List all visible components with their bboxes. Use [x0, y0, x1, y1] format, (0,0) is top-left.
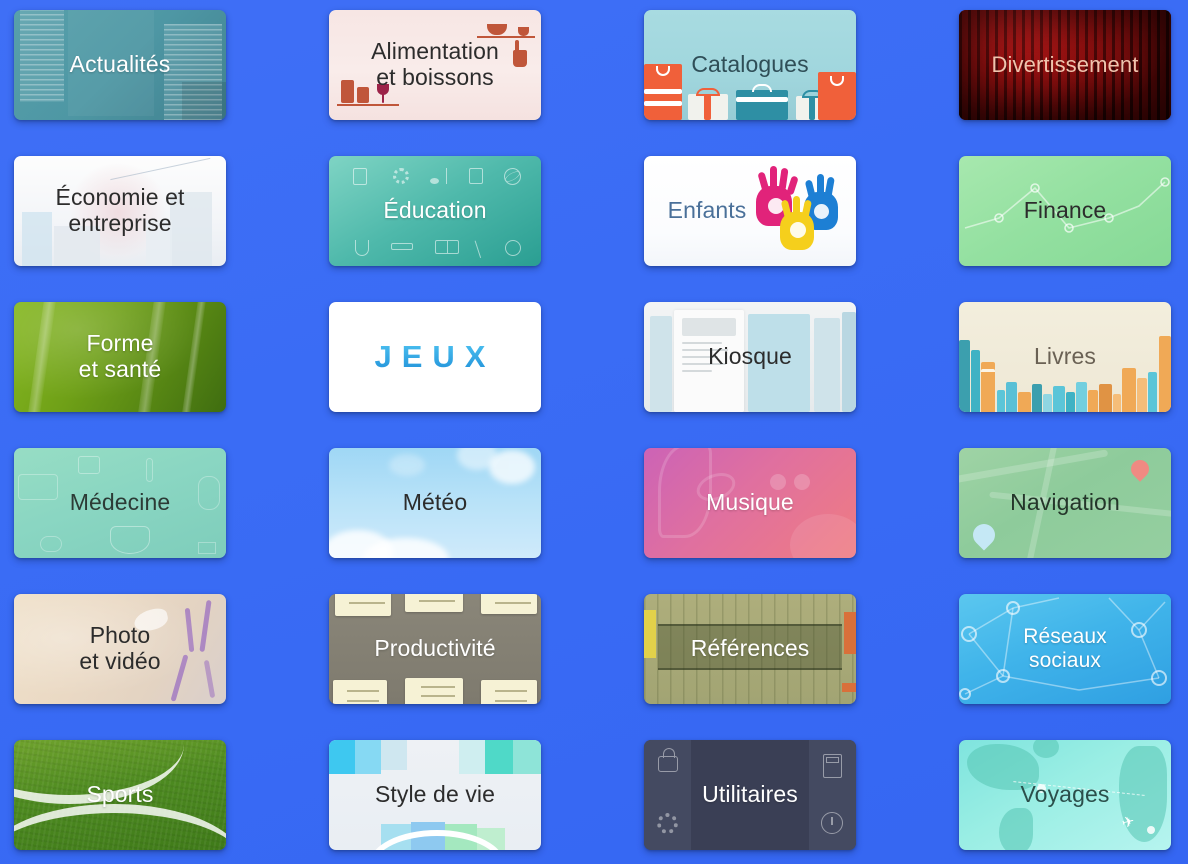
pen-write-icon: [469, 168, 483, 184]
category-card-forme-sante[interactable]: Forme et santé: [14, 302, 226, 412]
greenland-shape: [1033, 740, 1059, 758]
category-label: Forme et santé: [78, 330, 162, 382]
pencil-icon: [391, 243, 413, 250]
telescope-icon: [474, 235, 496, 259]
category-label: Style de vie: [374, 781, 496, 808]
note-icon: [405, 594, 463, 612]
category-card-utilitaires[interactable]: Utilitaires: [644, 740, 856, 850]
category-card-catalogues[interactable]: Catalogues: [644, 10, 856, 120]
category-card-livres[interactable]: Livres: [959, 302, 1171, 412]
atom-icon: [503, 168, 522, 185]
category-card-kiosque[interactable]: Kiosque: [644, 302, 856, 412]
category-label: Météo: [402, 489, 468, 516]
jar-icon: [513, 50, 527, 67]
category-card-photo-video[interactable]: Photo et vidéo: [14, 594, 226, 704]
calculator-icon: [353, 168, 367, 185]
lock-icon: [658, 748, 678, 772]
category-grid: Actualités Alimentation et boissons Cata…: [0, 0, 1188, 864]
note-icon: [335, 594, 391, 616]
category-label: Livres: [1034, 343, 1096, 370]
clock-icon: [821, 812, 843, 834]
category-label: Photo et vidéo: [79, 622, 161, 674]
category-label: Actualités: [69, 51, 171, 78]
note-icon: [481, 594, 537, 614]
checklist-icon: [481, 680, 537, 704]
category-label: Médecine: [69, 489, 171, 516]
category-label: Voyages: [1020, 781, 1110, 808]
gear-icon: [393, 168, 409, 184]
south-america-shape: [999, 808, 1033, 850]
category-card-musique[interactable]: Musique: [644, 448, 856, 558]
category-card-finance[interactable]: Finance: [959, 156, 1171, 266]
chart-icon: [198, 542, 216, 554]
category-card-references[interactable]: Références: [644, 594, 856, 704]
category-label: Références: [690, 635, 810, 662]
heart-pulse-icon: [110, 526, 150, 554]
category-card-productivite[interactable]: Productivité: [329, 594, 541, 704]
map-pin-red-icon: [1127, 456, 1153, 482]
category-card-reseaux-sociaux[interactable]: Réseaux sociaux: [959, 594, 1171, 704]
category-label: Utilitaires: [702, 781, 798, 808]
category-card-economie[interactable]: Économie et entreprise: [14, 156, 226, 266]
category-label: Enfants: [667, 197, 747, 224]
category-label: Réseaux sociaux: [1023, 625, 1107, 672]
pill-icon: [40, 536, 62, 552]
category-label: JEUX: [369, 339, 502, 375]
category-label: Économie et entreprise: [55, 184, 185, 236]
canister-tall-icon: [341, 80, 354, 103]
category-label: Navigation: [1010, 489, 1120, 516]
category-card-meteo[interactable]: Météo: [329, 448, 541, 558]
checklist-icon: [333, 680, 387, 704]
category-card-jeux[interactable]: JEUX: [329, 302, 541, 412]
category-label: Productivité: [374, 635, 496, 662]
category-label: Kiosque: [708, 343, 792, 370]
category-card-style-de-vie[interactable]: Style de vie: [329, 740, 541, 850]
category-label: Finance: [1023, 197, 1107, 224]
gift-teal-center-icon: [736, 90, 788, 120]
category-label: Éducation: [383, 197, 487, 224]
music-note-icon: [430, 168, 447, 184]
category-card-sports[interactable]: Sports: [14, 740, 226, 850]
category-label: Musique: [706, 489, 794, 516]
molecule-icon: [18, 474, 58, 500]
category-card-divertissement[interactable]: Divertissement: [959, 10, 1171, 120]
category-card-medecine[interactable]: Médecine: [14, 448, 226, 558]
checklist-icon: [405, 678, 463, 704]
bowl-icon: [487, 24, 507, 35]
category-card-enfants[interactable]: Enfants: [644, 156, 856, 266]
category-card-alimentation[interactable]: Alimentation et boissons: [329, 10, 541, 120]
scale-icon: [78, 456, 100, 474]
category-card-actualites[interactable]: Actualités: [14, 10, 226, 120]
dna-icon: [198, 476, 220, 510]
map-pin-blue-icon: [968, 519, 1000, 551]
gear-icon: [657, 813, 678, 834]
thermometer-icon: [146, 458, 153, 482]
book-open-icon: [435, 240, 459, 254]
category-card-education[interactable]: Éducation: [329, 156, 541, 266]
flask-icon: [355, 240, 369, 256]
category-card-navigation[interactable]: Navigation: [959, 448, 1171, 558]
calculator-icon: [823, 754, 842, 778]
category-label: Sports: [86, 781, 154, 808]
category-label: Alimentation et boissons: [371, 38, 499, 90]
cup-icon: [518, 27, 529, 36]
category-card-voyages[interactable]: ✈ Voyages: [959, 740, 1171, 850]
magnifier-icon: [505, 240, 521, 256]
category-label: Catalogues: [691, 51, 809, 78]
category-label: Divertissement: [991, 51, 1139, 77]
